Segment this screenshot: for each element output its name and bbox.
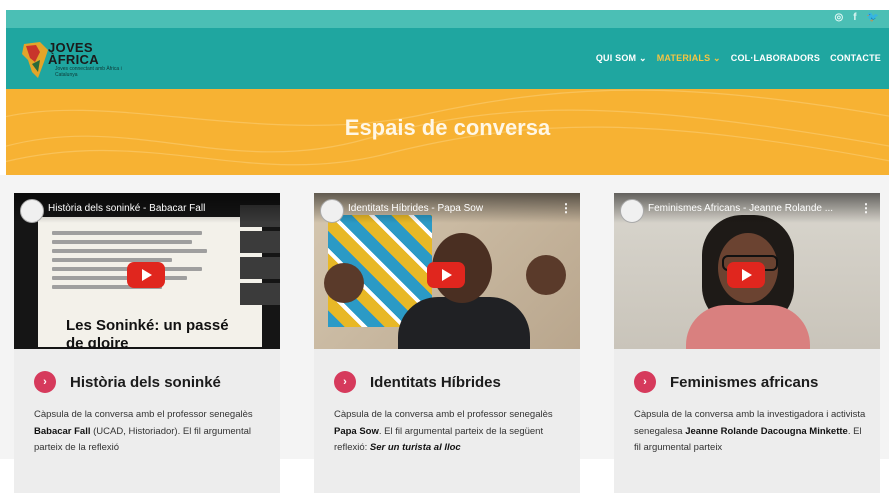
- arrow-circle-icon: ›: [634, 371, 656, 393]
- page-title: Espais de conversa: [344, 115, 551, 140]
- main-nav: QUI SOM ⌄ MATERIALS ⌄ COL·LABORADORS CON…: [596, 53, 881, 64]
- youtube-play-icon[interactable]: [427, 262, 465, 288]
- card-title: Feminismes africans: [670, 373, 819, 391]
- social-links: ◎ f 🐦: [834, 12, 879, 23]
- youtube-play-icon[interactable]: [727, 262, 765, 288]
- instagram-icon[interactable]: ◎: [834, 12, 843, 23]
- channel-avatar[interactable]: [620, 199, 644, 223]
- twitter-icon[interactable]: 🐦: [867, 12, 879, 23]
- video-card: Les Soninké: un passé de gloire Història…: [14, 193, 280, 493]
- video-card: Identitats Híbrides - Papa Sow ⋮ › Ident…: [314, 193, 580, 493]
- site-logo[interactable]: JOVES ÀFRICA Joves connectant amb Àfrica…: [18, 38, 148, 84]
- africa-logo-icon: [22, 42, 48, 78]
- hero-banner: Espais de conversa: [6, 89, 889, 175]
- video-embed[interactable]: Feminismes Africans - Jeanne Rolande ...…: [614, 193, 880, 349]
- video-title[interactable]: Història dels soninké - Babacar Fall: [48, 203, 205, 214]
- top-strip: ◎ f 🐦: [6, 10, 889, 28]
- nav-col-laboradors[interactable]: COL·LABORADORS: [731, 53, 820, 64]
- card-description: Càpsula de la conversa amb el professor …: [34, 409, 253, 453]
- video-card: Feminismes Africans - Jeanne Rolande ...…: [614, 193, 880, 493]
- nav-materials[interactable]: MATERIALS ⌄: [657, 53, 721, 64]
- card-description: Càpsula de la conversa amb el professor …: [334, 409, 553, 453]
- video-cards-section: Les Soninké: un passé de gloire Història…: [0, 175, 889, 493]
- more-options-icon[interactable]: ⋮: [560, 201, 572, 215]
- video-embed[interactable]: Identitats Híbrides - Papa Sow ⋮: [314, 193, 580, 349]
- slide-heading: Les Soninké: un passé de gloire: [66, 317, 229, 349]
- card-title: Història dels soninké: [70, 373, 221, 391]
- card-description: Càpsula de la conversa amb la investigad…: [634, 409, 866, 453]
- video-title[interactable]: Feminismes Africans - Jeanne Rolande ...: [648, 203, 833, 214]
- channel-avatar[interactable]: [20, 199, 44, 223]
- card-title: Identitats Híbrides: [370, 373, 501, 391]
- channel-avatar[interactable]: [320, 199, 344, 223]
- logo-subtitle: Joves connectant amb Àfrica i Catalunya: [55, 66, 122, 78]
- nav-contacte[interactable]: CONTACTE: [830, 53, 881, 64]
- site-header: JOVES ÀFRICA Joves connectant amb Àfrica…: [6, 28, 889, 89]
- youtube-play-icon[interactable]: [127, 262, 165, 288]
- logo-title: JOVES ÀFRICA: [48, 40, 99, 67]
- facebook-icon[interactable]: f: [853, 12, 856, 23]
- arrow-circle-icon: ›: [34, 371, 56, 393]
- nav-qui-som[interactable]: QUI SOM ⌄: [596, 53, 647, 64]
- video-embed[interactable]: Les Soninké: un passé de gloire Història…: [14, 193, 280, 349]
- arrow-circle-icon: ›: [334, 371, 356, 393]
- more-options-icon[interactable]: ⋮: [860, 201, 872, 215]
- video-title[interactable]: Identitats Híbrides - Papa Sow: [348, 203, 483, 214]
